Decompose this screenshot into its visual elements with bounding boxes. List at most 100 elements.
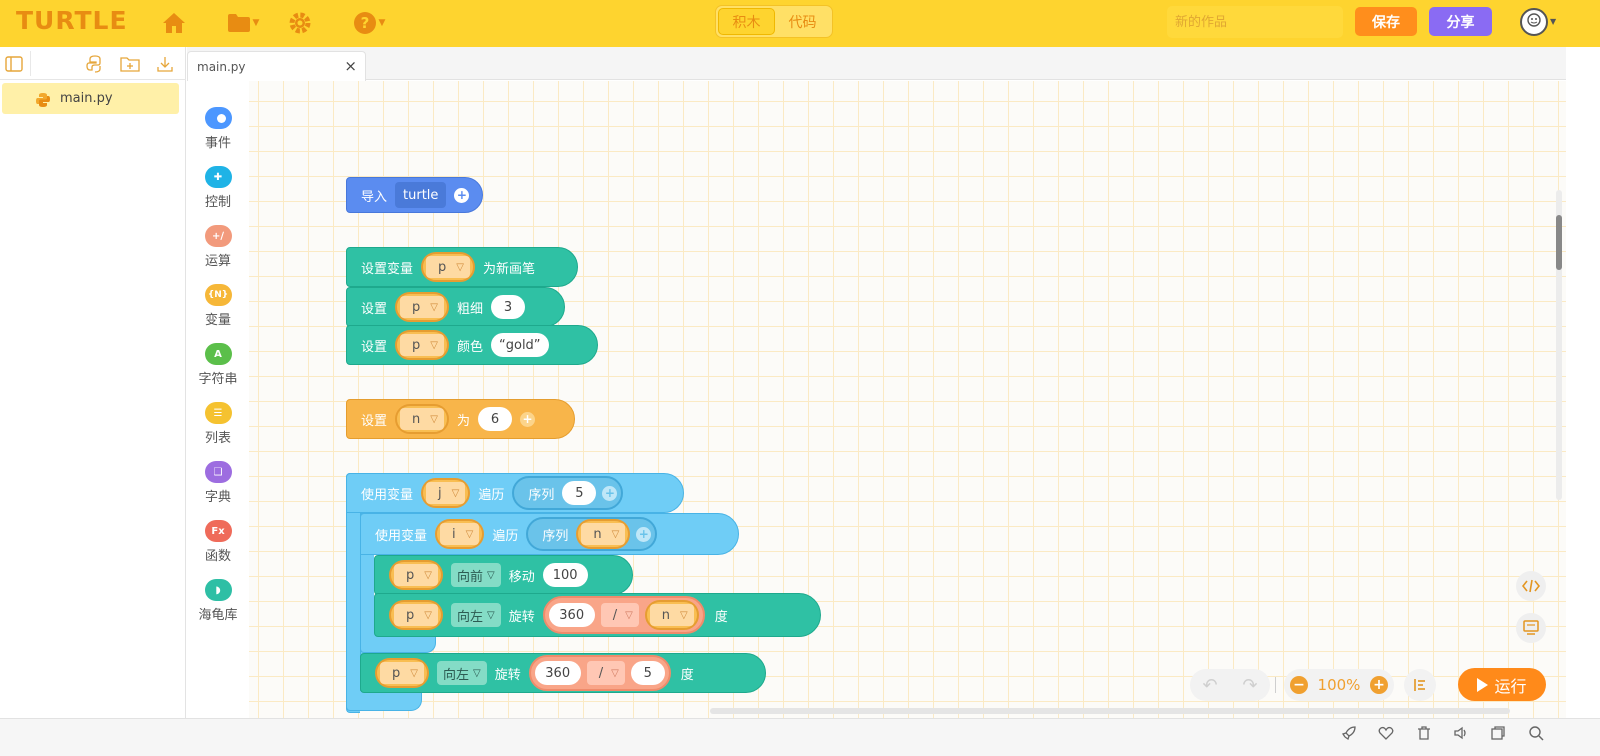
heart-icon[interactable]	[1376, 723, 1396, 743]
distance-value[interactable]: 100	[542, 563, 588, 587]
forward-block[interactable]: p ▽ 向前 ▽ 移动 100	[374, 555, 633, 595]
tab-blocks[interactable]: 积木	[718, 8, 775, 35]
dividend-value[interactable]: 360	[548, 603, 595, 627]
new-folder-icon[interactable]	[120, 54, 140, 74]
project-title-input[interactable]	[1167, 6, 1343, 38]
variable-dropdown[interactable]: p ▽	[389, 600, 443, 630]
pencolor-block[interactable]: 设置 p ▽ 颜色 “gold”	[346, 325, 598, 365]
block-category-list: 事件 ✚ 控制 +∕ 运算 {N} 变量 A 字符串 ☰ 列表 ❑ 字典 Fx …	[187, 81, 249, 718]
category-events[interactable]: 事件	[187, 107, 249, 159]
folder-menu-button[interactable]: ▼	[222, 8, 264, 38]
tab-code[interactable]: 代码	[775, 8, 830, 35]
operator-dropdown[interactable]: / ▽	[600, 603, 639, 627]
search-icon[interactable]	[1526, 723, 1546, 743]
direction-dropdown[interactable]: 向前 ▽	[450, 563, 501, 587]
chevron-down-icon: ▽	[611, 667, 619, 679]
pensize-value[interactable]: 3	[491, 295, 525, 319]
trash-icon[interactable]	[1414, 723, 1434, 743]
n-value[interactable]: 6	[477, 407, 512, 431]
color-value[interactable]: “gold”	[491, 333, 549, 357]
mode-switch: 积木 代码	[715, 5, 833, 38]
variable-dropdown[interactable]: p ▽	[375, 658, 429, 688]
chevron-down-icon: ▽	[680, 609, 688, 621]
help-menu-button[interactable]: ? ▼	[348, 8, 390, 38]
window-icon[interactable]	[1488, 723, 1508, 743]
chevron-down-icon: ▽	[424, 609, 432, 621]
category-control[interactable]: ✚ 控制	[187, 166, 249, 218]
turn-outer-block[interactable]: p ▽ 向左 ▽ 旋转 360 /▽ 5 度	[360, 653, 766, 693]
module-field[interactable]: turtle	[395, 182, 447, 208]
variable-dropdown[interactable]: n ▽	[395, 404, 449, 434]
stage-view-icon[interactable]	[1516, 613, 1546, 643]
chevron-down-icon[interactable]: ▼	[1550, 17, 1556, 26]
category-turtle[interactable]: ◗ 海龟库	[187, 579, 249, 631]
variable-dropdown[interactable]: p ▽	[389, 560, 443, 590]
turn-inner-block[interactable]: p ▽ 向左 ▽ 旋转 360 /▽ n ▽ 度	[374, 593, 821, 637]
operator-dropdown[interactable]: / ▽	[586, 661, 625, 685]
avatar[interactable]	[1520, 8, 1548, 36]
divide-block[interactable]: 360 /▽ 5	[528, 655, 671, 691]
category-dictionary[interactable]: ❑ 字典	[187, 461, 249, 513]
settings-gear-icon[interactable]	[282, 8, 318, 38]
close-icon[interactable]: ×	[344, 57, 357, 75]
set-n-block[interactable]: 设置 n ▽ 为 6 +	[346, 399, 575, 439]
editor-tab-bar: main.py ×	[187, 47, 1566, 81]
rocket-icon[interactable]	[1339, 723, 1359, 743]
import-block[interactable]: 导入 turtle +	[346, 177, 483, 213]
variable-dropdown[interactable]: p ▽	[395, 330, 449, 360]
chevron-down-icon: ▽	[430, 413, 438, 425]
loop-i-block[interactable]: 使用变量 i ▽ 遍历 序列 n ▽ +	[360, 513, 739, 555]
direction-dropdown[interactable]: 向左 ▽	[436, 661, 487, 685]
new-python-file-icon[interactable]	[85, 54, 105, 74]
direction-dropdown[interactable]: 向左 ▽	[450, 603, 501, 627]
range-block[interactable]: 序列 n ▽ +	[526, 517, 658, 551]
category-lists[interactable]: ☰ 列表	[187, 402, 249, 454]
run-button[interactable]: 运行	[1458, 668, 1546, 701]
block-workspace[interactable]: 导入 turtle + 设置变量 p ▽ 为新画笔 设置 p ▽ 粗细 3 设置 p…	[249, 81, 1566, 718]
new-pen-block[interactable]: 设置变量 p ▽ 为新画笔	[346, 247, 578, 287]
redo-icon[interactable]: ↷	[1242, 675, 1257, 696]
dividend-value[interactable]: 360	[534, 661, 581, 685]
loop-j-block[interactable]: 使用变量 j ▽ 遍历 序列 5 +	[346, 473, 684, 513]
horizontal-scrollbar[interactable]	[710, 708, 1510, 714]
save-button[interactable]: 保存	[1355, 7, 1417, 36]
cleanup-icon[interactable]	[1404, 669, 1436, 701]
divide-block[interactable]: 360 /▽ n ▽	[542, 596, 705, 634]
variable-dropdown[interactable]: n ▽	[644, 600, 699, 630]
add-icon[interactable]: +	[454, 187, 470, 203]
file-item-main-py[interactable]: main.py	[2, 83, 179, 114]
download-icon[interactable]	[155, 54, 175, 74]
status-bar	[0, 718, 1600, 756]
variable-dropdown[interactable]: j ▽	[421, 478, 471, 508]
vertical-scrollbar-thumb[interactable]	[1556, 215, 1562, 270]
sidebar-toggle-icon[interactable]	[4, 54, 24, 74]
variable-dropdown[interactable]: p ▽	[395, 292, 449, 322]
category-variables[interactable]: {N} 变量	[187, 284, 249, 336]
right-edge	[1566, 47, 1600, 718]
add-icon[interactable]: +	[636, 526, 652, 542]
divisor-value[interactable]: 5	[630, 661, 665, 685]
code-view-icon[interactable]	[1516, 571, 1546, 601]
add-icon[interactable]: +	[602, 485, 618, 501]
tab-main-py[interactable]: main.py ×	[187, 51, 366, 81]
category-strings[interactable]: A 字符串	[187, 343, 249, 395]
volume-icon[interactable]	[1451, 723, 1471, 743]
variable-icon: {N}	[204, 284, 232, 306]
range-block[interactable]: 序列 5 +	[512, 476, 624, 510]
home-icon[interactable]	[156, 8, 192, 38]
category-operators[interactable]: +∕ 运算	[187, 225, 249, 277]
variable-dropdown[interactable]: n ▽	[576, 519, 631, 549]
zoom-out-icon[interactable]: −	[1290, 676, 1308, 694]
chevron-down-icon: ▽	[625, 609, 633, 621]
variable-dropdown[interactable]: i ▽	[435, 519, 485, 549]
undo-icon[interactable]: ↶	[1202, 675, 1217, 696]
file-item-label: main.py	[60, 91, 113, 106]
share-button[interactable]: 分享	[1429, 7, 1492, 36]
zoom-in-icon[interactable]: +	[1369, 676, 1388, 694]
add-icon[interactable]: +	[519, 411, 535, 427]
range-value[interactable]: 5	[562, 481, 597, 505]
variable-dropdown[interactable]: p ▽	[421, 252, 475, 282]
category-functions[interactable]: Fx 函数	[187, 520, 249, 572]
pensize-block[interactable]: 设置 p ▽ 粗细 3	[346, 287, 565, 327]
zoom-level: 100%	[1317, 676, 1361, 694]
